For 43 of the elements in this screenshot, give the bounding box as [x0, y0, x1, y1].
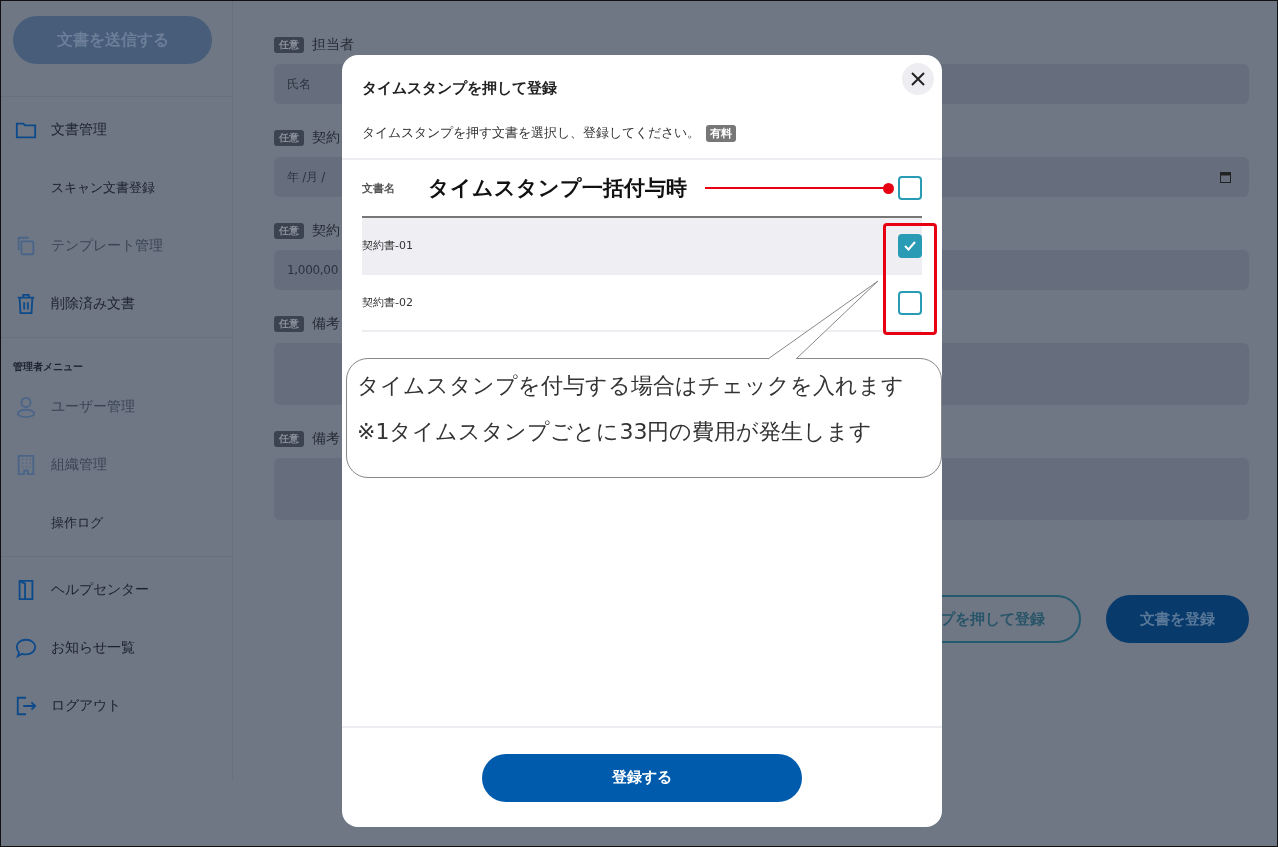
optional-badge: 任意	[274, 223, 304, 239]
nav-item[interactable]: お知らせ一覧	[51, 639, 135, 657]
copy-icon	[15, 235, 37, 257]
optional-badge: 任意	[274, 130, 304, 146]
check-icon	[904, 240, 916, 251]
field-label: 担当者	[312, 36, 354, 54]
nav-item[interactable]: ヘルプセンター	[51, 581, 149, 599]
optional-badge: 任意	[274, 37, 304, 53]
user-icon	[15, 396, 37, 418]
document-row[interactable]: 契約書-01	[362, 218, 922, 275]
select-all-checkbox[interactable]	[898, 176, 922, 200]
submit-button[interactable]: 登録する	[482, 753, 802, 802]
close-button[interactable]	[902, 63, 934, 95]
building-icon	[15, 454, 37, 476]
field-label: 契約	[312, 222, 340, 240]
annotation-label: タイムスタンプ一括付与時	[428, 175, 687, 202]
dialog-title: タイムスタンプを押して登録	[362, 79, 558, 98]
nav-item[interactable]: 削除済み文書	[51, 295, 135, 313]
nav-item[interactable]: 文書管理	[51, 121, 107, 139]
paid-badge: 有料	[706, 124, 736, 142]
nav-item[interactable]: スキャン文書登録	[51, 179, 155, 197]
logout-icon	[15, 695, 37, 717]
column-header: 文書名	[362, 180, 395, 196]
close-icon	[911, 72, 925, 86]
document-name: 契約書-02	[362, 295, 413, 310]
field-label: 備考	[312, 315, 340, 333]
nav-item[interactable]: ログアウト	[51, 697, 121, 715]
document-name: 契約書-01	[362, 238, 413, 253]
checkbox[interactable]	[898, 290, 922, 315]
nav-item[interactable]: 操作ログ	[51, 514, 103, 532]
optional-badge: 任意	[274, 316, 304, 332]
field-label: 備考	[312, 430, 340, 448]
chat-icon	[15, 637, 37, 659]
form-button[interactable]: 文書を登録	[1106, 595, 1249, 643]
section-heading: 管理者メニュー	[12, 360, 84, 374]
optional-badge: 任意	[274, 431, 304, 447]
trash-icon	[15, 293, 37, 315]
dialog-description: タイムスタンプを押す文書を選択し、登録してください。	[362, 124, 700, 142]
checkbox[interactable]	[898, 233, 922, 258]
field-label: 契約	[312, 129, 340, 147]
calendar-icon	[1220, 171, 1231, 183]
callout-text: タイムスタンプを付与する場合はチェックを入れます	[357, 372, 905, 400]
callout-text: ※1タイムスタンプごとに33円の費用が発生します	[357, 418, 874, 446]
